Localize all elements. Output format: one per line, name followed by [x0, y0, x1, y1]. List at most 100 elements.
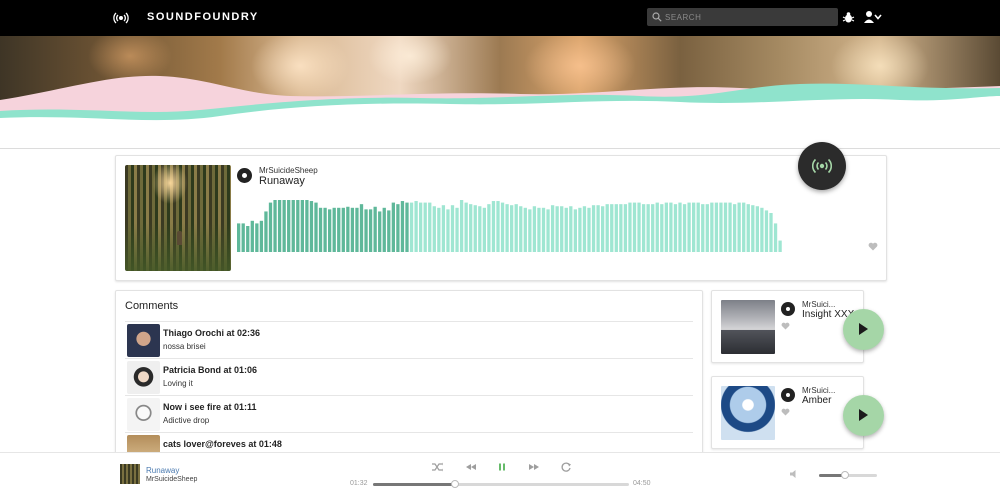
- artist-avatar-icon[interactable]: [237, 168, 252, 183]
- waveform-bar[interactable]: [682, 204, 687, 252]
- heart-icon[interactable]: [868, 242, 878, 251]
- waveform-bar[interactable]: [391, 202, 395, 252]
- waveform-bar[interactable]: [337, 207, 341, 252]
- play-button[interactable]: [843, 309, 884, 350]
- waveform-bar[interactable]: [437, 207, 441, 252]
- waveform-bar[interactable]: [669, 202, 673, 252]
- waveform-bar[interactable]: [446, 209, 450, 252]
- waveform-bar[interactable]: [419, 202, 423, 252]
- waveform-bar[interactable]: [332, 207, 336, 252]
- waveform-bar[interactable]: [259, 220, 264, 252]
- waveform-bar[interactable]: [273, 200, 277, 252]
- waveform-bar[interactable]: [237, 223, 241, 252]
- waveform-bar[interactable]: [705, 204, 709, 252]
- now-playing-cover[interactable]: [120, 464, 140, 484]
- waveform-bar[interactable]: [409, 202, 414, 252]
- waveform-bar[interactable]: [673, 204, 678, 252]
- waveform-bar[interactable]: [619, 204, 623, 252]
- waveform-bar[interactable]: [560, 206, 564, 252]
- waveform-bar[interactable]: [591, 205, 596, 252]
- waveform-bar[interactable]: [710, 202, 714, 252]
- waveform-bar[interactable]: [400, 201, 405, 252]
- app-name[interactable]: SOUNDFOUNDRY: [147, 11, 259, 23]
- waveform-bar[interactable]: [282, 200, 286, 252]
- waveform-bar[interactable]: [250, 220, 254, 252]
- waveform-bar[interactable]: [405, 202, 409, 252]
- waveform-bar[interactable]: [623, 204, 628, 252]
- comment-author-time[interactable]: Now i see fire at 01:11: [163, 402, 257, 412]
- track-cover-art[interactable]: [125, 165, 231, 271]
- waveform-bar[interactable]: [464, 202, 468, 252]
- waveform-bar[interactable]: [751, 205, 755, 252]
- waveform-bar[interactable]: [455, 207, 459, 252]
- waveform-bar[interactable]: [582, 206, 587, 252]
- waveform-bar[interactable]: [714, 202, 719, 252]
- waveform-bar[interactable]: [523, 207, 527, 252]
- now-playing-title[interactable]: Runaway: [146, 466, 179, 475]
- waveform-bar[interactable]: [296, 200, 300, 252]
- waveform-bar[interactable]: [614, 204, 618, 252]
- waveform-bar[interactable]: [378, 211, 382, 252]
- waveform-bar[interactable]: [664, 202, 668, 252]
- commenter-avatar[interactable]: [127, 398, 160, 431]
- waveform-bar[interactable]: [382, 207, 386, 252]
- related-track-title[interactable]: Amber: [802, 395, 831, 406]
- waveform-bar[interactable]: [482, 207, 486, 252]
- waveform-bar[interactable]: [737, 202, 741, 252]
- shuffle-icon[interactable]: [431, 461, 443, 473]
- waveform-bar[interactable]: [396, 204, 400, 252]
- waveform-bar[interactable]: [423, 202, 427, 252]
- broadcast-button[interactable]: [798, 142, 846, 190]
- waveform-bar[interactable]: [719, 202, 723, 252]
- related-track-artist[interactable]: MrSuici...: [802, 300, 835, 309]
- waveform-bar[interactable]: [601, 206, 605, 252]
- waveform-bar[interactable]: [546, 209, 550, 252]
- waveform-bar[interactable]: [555, 206, 559, 252]
- waveform-bar[interactable]: [264, 211, 268, 252]
- waveform-bar[interactable]: [532, 206, 537, 252]
- play-button[interactable]: [843, 395, 884, 436]
- waveform-bar[interactable]: [541, 207, 546, 252]
- waveform-bar[interactable]: [687, 202, 691, 252]
- now-playing-artist[interactable]: MrSuicideSheep: [146, 476, 197, 483]
- waveform-bar[interactable]: [678, 202, 682, 252]
- waveform-bar[interactable]: [364, 209, 368, 252]
- waveform-bar[interactable]: [473, 205, 477, 252]
- waveform-bar[interactable]: [300, 200, 304, 252]
- related-track-artist[interactable]: MrSuici...: [802, 386, 835, 395]
- waveform-bar[interactable]: [651, 204, 655, 252]
- broadcast-icon[interactable]: [113, 10, 129, 26]
- progress-handle[interactable]: [450, 480, 459, 488]
- repeat-icon[interactable]: [560, 461, 572, 473]
- waveform-bar[interactable]: [587, 207, 591, 252]
- waveform-bar[interactable]: [573, 209, 577, 252]
- waveform-bar[interactable]: [605, 204, 609, 252]
- waveform-bar[interactable]: [514, 204, 518, 252]
- waveform-bar[interactable]: [346, 206, 350, 252]
- waveform-bar[interactable]: [628, 202, 632, 252]
- waveform-bar[interactable]: [478, 206, 482, 252]
- waveform-bar[interactable]: [318, 207, 323, 252]
- waveform-bar[interactable]: [596, 205, 600, 252]
- waveform-bar[interactable]: [528, 209, 532, 252]
- waveform[interactable]: [237, 200, 785, 252]
- waveform-bar[interactable]: [755, 206, 759, 252]
- waveform-bar[interactable]: [769, 213, 773, 252]
- waveform-bar[interactable]: [432, 206, 436, 252]
- volume-slider[interactable]: [819, 471, 877, 479]
- waveform-bar[interactable]: [487, 204, 491, 252]
- waveform-bar[interactable]: [291, 200, 295, 252]
- waveform-bar[interactable]: [323, 207, 327, 252]
- waveform-bar[interactable]: [287, 200, 291, 252]
- waveform-bar[interactable]: [305, 200, 309, 252]
- waveform-bar[interactable]: [742, 202, 746, 252]
- related-track-cover[interactable]: [721, 300, 775, 354]
- commenter-avatar[interactable]: [127, 361, 160, 394]
- volume-handle[interactable]: [841, 471, 850, 479]
- waveform-bar[interactable]: [537, 207, 541, 252]
- waveform-bar[interactable]: [355, 207, 359, 252]
- waveform-bar[interactable]: [764, 210, 769, 252]
- waveform-bar[interactable]: [723, 202, 728, 252]
- waveform-bar[interactable]: [569, 206, 573, 252]
- waveform-bar[interactable]: [314, 202, 318, 252]
